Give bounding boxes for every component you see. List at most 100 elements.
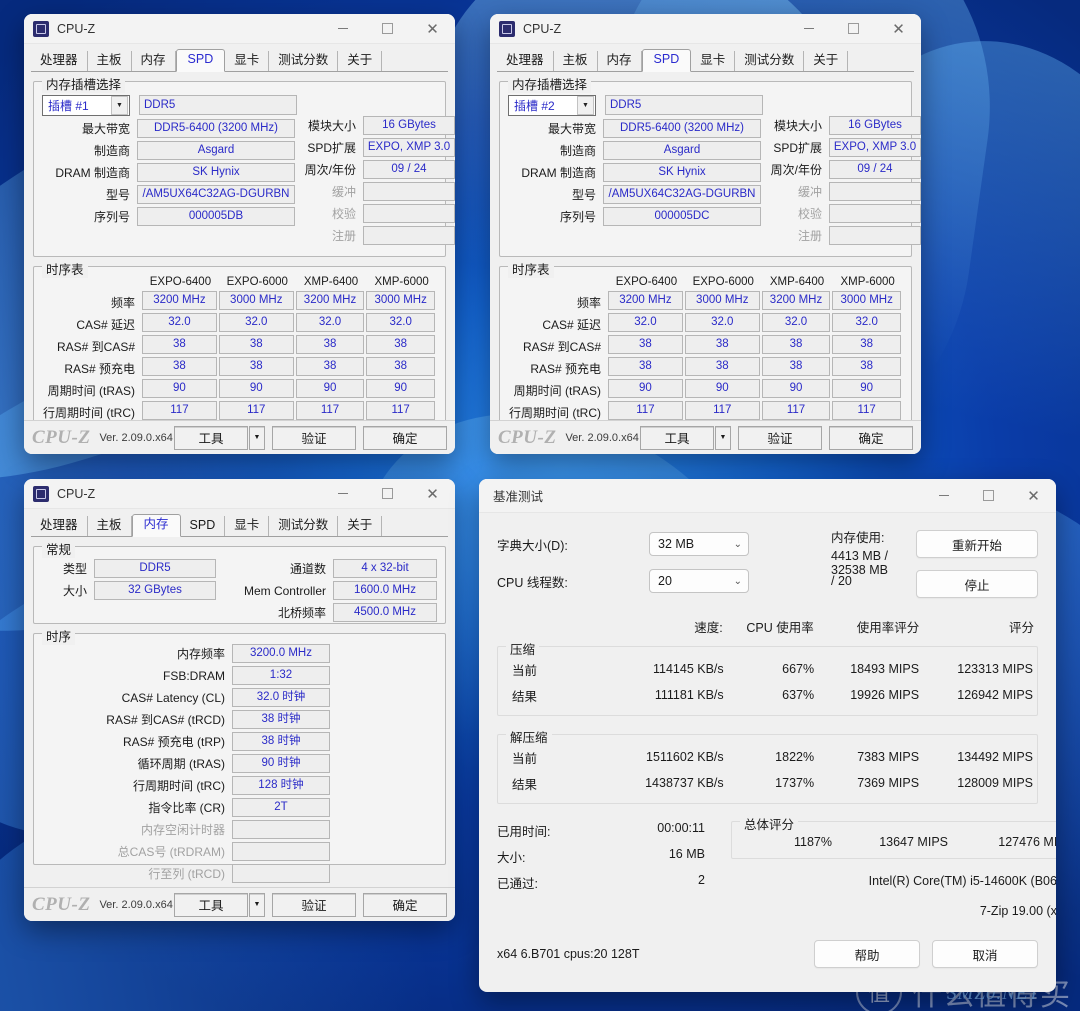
total-cpu-usage: 1187% bbox=[794, 835, 832, 849]
field-value: 000005DC bbox=[603, 207, 761, 226]
tools-dropdown-arrow-icon[interactable]: ▼ bbox=[715, 425, 731, 450]
cpuz-memory-window[interactable]: CPU-Z ✕ 处理器 主板 内存 SPD 显卡 测试分数 关于 常规 类型 DDR5 大小 32… bbox=[24, 479, 455, 921]
chevron-down-icon[interactable]: ⌄ bbox=[734, 576, 742, 587]
tab-6[interactable]: 关于 bbox=[804, 51, 849, 71]
ok-button[interactable]: 确定 bbox=[363, 892, 447, 917]
column-header-usage-rating: 使用率评分 bbox=[856, 621, 920, 635]
cpuz-spd-window-slot2[interactable]: CPU-Z ✕ 处理器 主板 内存 SPD 显卡 测试分数 关于 内存插槽选择 插槽 #2 … bbox=[490, 14, 921, 454]
slot-selector-dropdown[interactable]: 插槽 #1 ▼ bbox=[42, 94, 130, 116]
tab-bar[interactable]: 处理器 主板 内存 SPD 显卡 测试分数 关于 bbox=[31, 514, 448, 537]
window-controls[interactable]: ✕ bbox=[921, 479, 1056, 513]
cpu-threads-select[interactable]: 20 ⌄ bbox=[649, 569, 749, 593]
memory-slot-selection-panel: 内存插槽选择 插槽 #2 ▼ DDR5 最大带宽 DDR5-6400 (3200 … bbox=[499, 74, 921, 257]
tools-button[interactable]: 工具 bbox=[174, 425, 248, 450]
tab-4[interactable]: 显卡 bbox=[225, 516, 270, 536]
field-label: SPD扩展 bbox=[773, 141, 822, 155]
elapsed-time-label: 已用时间: bbox=[497, 825, 551, 839]
field-value: 128 时钟 bbox=[232, 776, 330, 795]
slot-selector-dropdown[interactable]: 插槽 #2 ▼ bbox=[508, 94, 596, 116]
benchmark-window[interactable]: 基准测试 ✕ 字典大小(D): 32 MB ⌄ CPU 线程数: 20 ⌄ 内存… bbox=[479, 479, 1056, 992]
tab-1[interactable]: 主板 bbox=[88, 516, 132, 536]
tab-3[interactable]: SPD bbox=[181, 516, 226, 536]
field-row: 型号/AM5UX64C32AG-DGURBN bbox=[42, 185, 297, 204]
tab-2[interactable]: 内存 bbox=[598, 51, 642, 71]
window-controls[interactable]: ✕ bbox=[320, 14, 455, 44]
panel-legend: 内存插槽选择 bbox=[42, 74, 126, 93]
dictionary-size-select[interactable]: 32 MB ⌄ bbox=[649, 532, 749, 556]
field-label: 行周期时间 (tRC) bbox=[133, 779, 225, 793]
tab-2[interactable]: 内存 bbox=[132, 51, 176, 71]
field-value: DDR5-6400 (3200 MHz) bbox=[137, 119, 295, 138]
field-value: 000005DB bbox=[137, 207, 295, 226]
tools-button[interactable]: 工具 bbox=[640, 425, 714, 450]
maximize-icon[interactable] bbox=[966, 479, 1011, 513]
tab-2[interactable]: 内存 bbox=[131, 514, 181, 537]
timing-cell: 117 bbox=[218, 401, 294, 420]
timing-cell: 90 bbox=[761, 379, 831, 398]
tab-1[interactable]: 主板 bbox=[554, 51, 598, 71]
tab-3[interactable]: SPD bbox=[641, 49, 692, 72]
titlebar[interactable]: CPU-Z ✕ bbox=[24, 479, 455, 509]
tab-1[interactable]: 主板 bbox=[88, 51, 132, 71]
timing-cell: 3000 MHz bbox=[684, 291, 760, 310]
field-row: 总CAS号 (tRDRAM) bbox=[42, 842, 437, 861]
stop-button[interactable]: 停止 bbox=[916, 570, 1038, 598]
maximize-icon[interactable] bbox=[365, 479, 410, 509]
chevron-down-icon[interactable]: ⌄ bbox=[734, 539, 742, 550]
row-cpu-usage: 637% bbox=[782, 688, 815, 702]
titlebar[interactable]: CPU-Z ✕ bbox=[490, 14, 921, 44]
minimize-icon[interactable] bbox=[320, 479, 365, 509]
total-rating-group: 总体评分 1187% 13647 MIPS 127476 MIPS bbox=[731, 814, 1056, 859]
chevron-down-icon[interactable]: ▼ bbox=[577, 95, 594, 115]
tab-5[interactable]: 测试分数 bbox=[269, 516, 339, 536]
chevron-down-icon[interactable]: ▼ bbox=[111, 95, 128, 115]
minimize-icon[interactable] bbox=[786, 14, 831, 44]
close-icon[interactable]: ✕ bbox=[1011, 479, 1056, 513]
tab-0[interactable]: 处理器 bbox=[31, 516, 88, 536]
field-value: 09 / 24 bbox=[829, 160, 921, 179]
tab-bar[interactable]: 处理器 主板 内存 SPD 显卡 测试分数 关于 bbox=[497, 49, 914, 72]
tab-5[interactable]: 测试分数 bbox=[269, 51, 339, 71]
cpuz-spd-window-slot1[interactable]: CPU-Z ✕ 处理器 主板 内存 SPD 显卡 测试分数 关于 内存插槽选择 插槽 #1 … bbox=[24, 14, 455, 454]
help-button[interactable]: 帮助 bbox=[814, 940, 920, 968]
tab-5[interactable]: 测试分数 bbox=[735, 51, 805, 71]
row-usage-rating: 18493 MIPS bbox=[850, 662, 920, 676]
close-icon[interactable]: ✕ bbox=[410, 14, 455, 44]
tab-0[interactable]: 处理器 bbox=[497, 51, 554, 71]
tools-button[interactable]: 工具 bbox=[174, 892, 248, 917]
validate-button[interactable]: 验证 bbox=[738, 425, 822, 450]
timing-row-label: 频率 bbox=[576, 295, 601, 310]
maximize-icon[interactable] bbox=[831, 14, 876, 44]
tab-3[interactable]: SPD bbox=[175, 49, 226, 72]
tab-bar[interactable]: 处理器 主板 内存 SPD 显卡 测试分数 关于 bbox=[31, 49, 448, 72]
ok-button[interactable]: 确定 bbox=[829, 425, 913, 450]
field-row: 内存空闲计时器 bbox=[42, 820, 437, 839]
tools-dropdown-arrow-icon[interactable]: ▼ bbox=[249, 892, 265, 917]
field-value bbox=[232, 820, 330, 839]
validate-button[interactable]: 验证 bbox=[272, 425, 356, 450]
close-icon[interactable]: ✕ bbox=[876, 14, 921, 44]
titlebar[interactable]: 基准测试 ✕ bbox=[479, 479, 1056, 513]
tab-6[interactable]: 关于 bbox=[338, 51, 383, 71]
minimize-icon[interactable] bbox=[921, 479, 966, 513]
tools-dropdown-arrow-icon[interactable]: ▼ bbox=[249, 425, 265, 450]
tab-0[interactable]: 处理器 bbox=[31, 51, 88, 71]
window-controls[interactable]: ✕ bbox=[320, 479, 455, 509]
window-controls[interactable]: ✕ bbox=[786, 14, 921, 44]
tab-4[interactable]: 显卡 bbox=[225, 51, 270, 71]
maximize-icon[interactable] bbox=[365, 14, 410, 44]
close-icon[interactable]: ✕ bbox=[410, 479, 455, 509]
field-value: Asgard bbox=[603, 141, 761, 160]
validate-button[interactable]: 验证 bbox=[272, 892, 356, 917]
minimize-icon[interactable] bbox=[320, 14, 365, 44]
titlebar[interactable]: CPU-Z ✕ bbox=[24, 14, 455, 44]
ok-button[interactable]: 确定 bbox=[363, 425, 447, 450]
cancel-button[interactable]: 取消 bbox=[932, 940, 1038, 968]
timing-cell: 38 bbox=[218, 357, 294, 376]
timing-cell-wrap: 32.0 bbox=[218, 313, 296, 335]
timing-row: 周期时间 (tRAS) 90 90 90 90 bbox=[508, 379, 903, 401]
row-rating: 126942 MIPS bbox=[957, 688, 1033, 702]
tab-4[interactable]: 显卡 bbox=[691, 51, 736, 71]
restart-button[interactable]: 重新开始 bbox=[916, 530, 1038, 558]
tab-6[interactable]: 关于 bbox=[338, 516, 383, 536]
